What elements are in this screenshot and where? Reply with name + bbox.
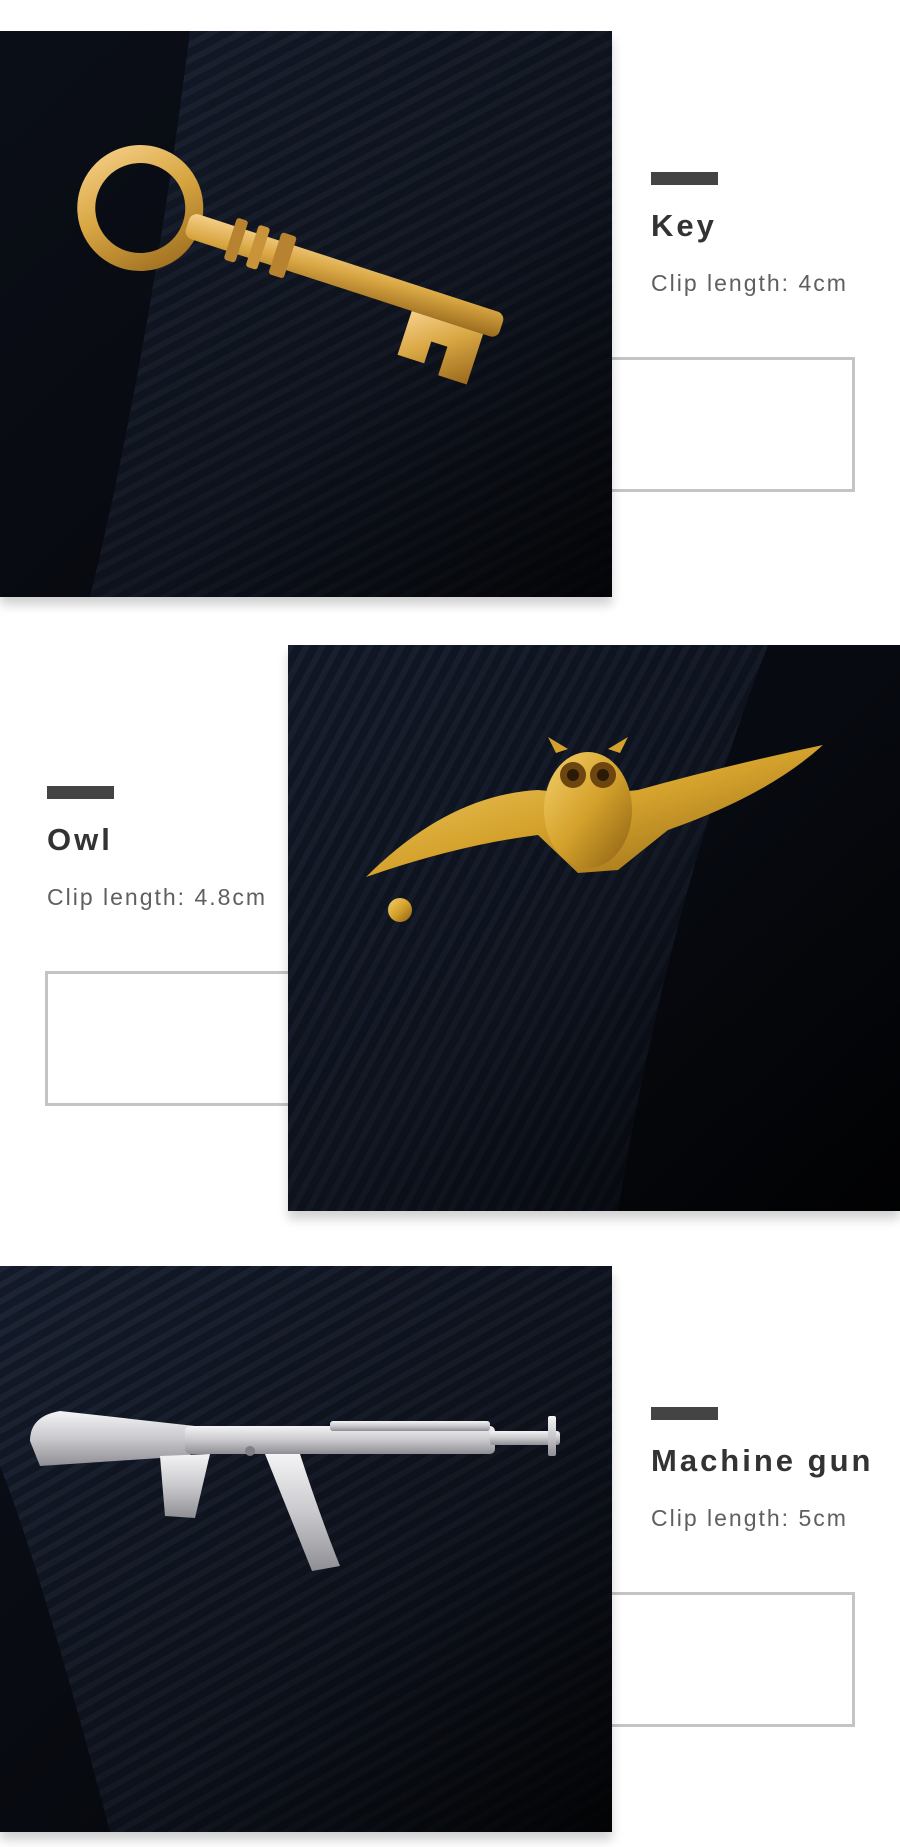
product-name: Owl [47,822,113,857]
product-frame-box [580,1592,855,1727]
silver-rifle-tie-clip-icon [0,1266,612,1832]
product-name: Key [651,208,717,243]
product-photo-machine-gun [0,1266,612,1832]
product-clip-length: Clip length: 4.8cm [47,884,268,910]
product-frame-box [45,971,320,1106]
product-section-machine-gun: Machine gun Clip length: 5cm [0,1230,900,1847]
product-name: Machine gun [651,1443,874,1478]
accent-bar [47,786,114,799]
product-clip-length: Clip length: 5cm [651,1505,848,1531]
accent-bar [651,172,718,185]
gold-key-tie-clip-icon [0,31,612,597]
product-clip-length: Clip length: 4cm [651,270,848,296]
accent-bar [651,1407,718,1420]
product-section-key: Key Clip length: 4cm [0,0,900,610]
product-frame-box [580,357,855,492]
product-section-owl: Owl Clip length: 4.8cm [0,610,900,1230]
product-photo-key [0,31,612,597]
product-photo-owl [288,645,900,1211]
gold-owl-tie-clip-icon [288,645,900,1211]
